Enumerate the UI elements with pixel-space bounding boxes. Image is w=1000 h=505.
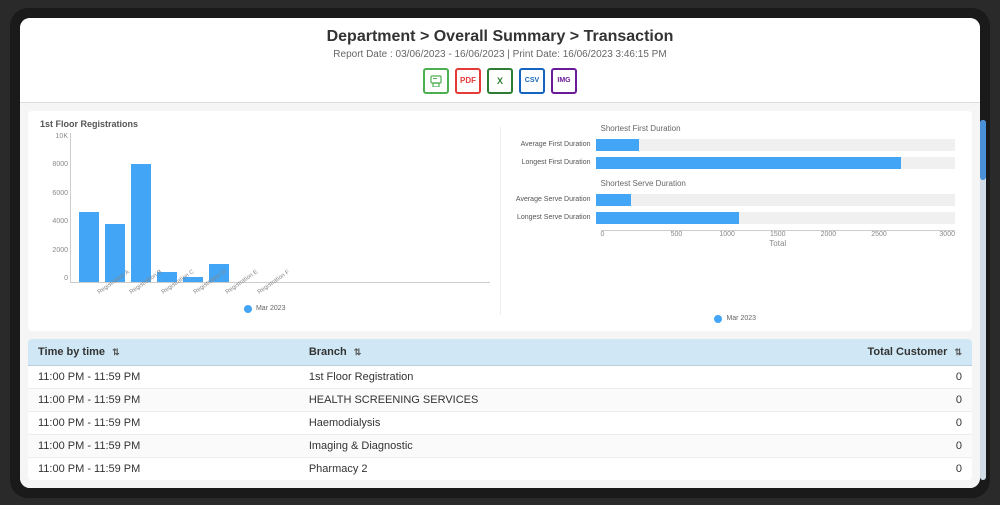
sort-icon-total[interactable]: ⇅ — [954, 347, 962, 357]
header: Department > Overall Summary > Transacti… — [20, 18, 980, 103]
bar-chart-container: 1st Floor Registrations 10K 8000 6000 40… — [40, 119, 490, 323]
table-row: 11:00 PM - 11:59 PM Imaging & Diagnostic… — [28, 434, 972, 457]
device-frame: Department > Overall Summary > Transacti… — [10, 8, 990, 498]
excel-button[interactable]: X — [487, 68, 513, 94]
col-header-total: Total Customer ⇅ — [719, 339, 973, 366]
bar-chart-title: 1st Floor Registrations — [40, 119, 490, 129]
hbar-label-longest-serve: Longest Serve Duration — [516, 214, 596, 221]
table-row: 11:00 PM - 11:59 PM HEALTH SCREENING SER… — [28, 388, 972, 411]
y-label-2: 8000 — [40, 161, 68, 168]
table-row: 11:00 PM - 11:59 PM Pharmacy 2 0 — [28, 457, 972, 480]
cell-branch-3: Imaging & Diagnostic — [299, 434, 719, 457]
hbar-chart-legend: Mar 2023 — [511, 315, 961, 323]
col-header-branch: Branch ⇅ — [299, 339, 719, 366]
cell-total-4: 0 — [719, 457, 973, 480]
bar-1 — [79, 212, 99, 282]
cell-total-0: 0 — [719, 365, 973, 388]
hbar-legend-label: Mar 2023 — [726, 315, 756, 322]
cell-branch-4: Pharmacy 2 — [299, 457, 719, 480]
hbar-tick-0: 0 — [601, 231, 652, 238]
hbar-label-longest-first: Longest First Duration — [516, 159, 596, 166]
y-label-6: 0 — [40, 275, 68, 282]
hbar-row-longest-first: Longest First Duration — [516, 157, 956, 169]
y-label-1: 10K — [40, 133, 68, 140]
bar-3 — [131, 164, 151, 282]
bar-chart-legend: Mar 2023 — [40, 305, 490, 313]
data-table-container: Time by time ⇅ Branch ⇅ Total Customer ⇅ — [28, 339, 972, 480]
hbar-tick-1000: 1000 — [702, 231, 753, 238]
y-label-5: 2000 — [40, 247, 68, 254]
main-content: 1st Floor Registrations 10K 8000 6000 40… — [20, 103, 980, 488]
cell-time-0: 11:00 PM - 11:59 PM — [28, 365, 299, 388]
y-label-3: 6000 — [40, 190, 68, 197]
hbar-tick-2000: 2000 — [803, 231, 854, 238]
cell-time-1: 11:00 PM - 11:59 PM — [28, 388, 299, 411]
page-title: Department > Overall Summary > Transacti… — [20, 28, 980, 46]
hbar-label-avg-first: Average First Duration — [516, 141, 596, 148]
table-row: 11:00 PM - 11:59 PM 1st Floor Registrati… — [28, 365, 972, 388]
table-header-row: Time by time ⇅ Branch ⇅ Total Customer ⇅ — [28, 339, 972, 366]
hbar-fill-longest-serve — [596, 212, 740, 224]
hbar-fill-avg-first — [596, 139, 639, 151]
hbar-track-avg-serve — [596, 194, 956, 206]
toolbar: PDF X CSV IMG — [20, 68, 980, 94]
hbar-tick-500: 500 — [651, 231, 702, 238]
sort-icon-branch[interactable]: ⇅ — [354, 347, 362, 357]
hbar-chart-container: Shortest First Duration Average First Du… — [511, 119, 961, 323]
cell-branch-0: 1st Floor Registration — [299, 365, 719, 388]
hbar-x-axis: 0 500 1000 1500 2000 2500 3000 — [601, 230, 956, 238]
cell-time-3: 11:00 PM - 11:59 PM — [28, 434, 299, 457]
hbar-tick-1500: 1500 — [752, 231, 803, 238]
col-header-time: Time by time ⇅ — [28, 339, 299, 366]
cell-total-1: 0 — [719, 388, 973, 411]
bar-group-3 — [131, 164, 151, 282]
scrollbar-track[interactable] — [980, 120, 986, 480]
hbar-row-avg-first: Average First Duration — [516, 139, 956, 151]
hbar-label-avg-serve: Average Serve Duration — [516, 196, 596, 203]
hbar-track-longest-serve — [596, 212, 956, 224]
cell-branch-1: HEALTH SCREENING SERVICES — [299, 388, 719, 411]
charts-section: 1st Floor Registrations 10K 8000 6000 40… — [28, 111, 972, 331]
cell-total-3: 0 — [719, 434, 973, 457]
bar-chart: 10K 8000 6000 4000 2000 0 — [40, 133, 490, 323]
hbar-track-longest-first — [596, 157, 956, 169]
hbar-row-longest-serve: Longest Serve Duration — [516, 212, 956, 224]
hbar-axis-label: Total — [516, 239, 956, 248]
data-table: Time by time ⇅ Branch ⇅ Total Customer ⇅ — [28, 339, 972, 480]
cell-total-2: 0 — [719, 411, 973, 434]
hbar-track-avg-first — [596, 139, 956, 151]
hbar-legend-dot — [714, 315, 722, 323]
cell-branch-2: Haemodialysis — [299, 411, 719, 434]
table-row: 11:00 PM - 11:59 PM Haemodialysis 0 — [28, 411, 972, 434]
sort-icon-time[interactable]: ⇅ — [112, 347, 120, 357]
cell-time-4: 11:00 PM - 11:59 PM — [28, 457, 299, 480]
chart-divider — [500, 127, 501, 315]
image-button[interactable]: IMG — [551, 68, 577, 94]
pdf-button[interactable]: PDF — [455, 68, 481, 94]
cell-time-2: 11:00 PM - 11:59 PM — [28, 411, 299, 434]
table-body: 11:00 PM - 11:59 PM 1st Floor Registrati… — [28, 365, 972, 480]
scrollbar-thumb[interactable] — [980, 120, 986, 180]
csv-button[interactable]: CSV — [519, 68, 545, 94]
legend-dot — [244, 305, 252, 313]
hbar-section-title-1: Shortest First Duration — [516, 124, 956, 133]
legend-label: Mar 2023 — [256, 305, 286, 312]
hbar-row-avg-serve: Average Serve Duration — [516, 194, 956, 206]
report-subtitle: Report Date : 03/06/2023 - 16/06/2023 | … — [20, 49, 980, 60]
y-label-4: 4000 — [40, 218, 68, 225]
bar-group-1 — [79, 212, 99, 282]
screen: Department > Overall Summary > Transacti… — [20, 18, 980, 488]
hbar-section-title-2: Shortest Serve Duration — [516, 179, 956, 188]
hbar-tick-3000: 3000 — [904, 231, 955, 238]
print-button[interactable] — [423, 68, 449, 94]
hbar-tick-2500: 2500 — [854, 231, 905, 238]
hbar-fill-avg-serve — [596, 194, 632, 206]
hbar-fill-longest-first — [596, 157, 902, 169]
